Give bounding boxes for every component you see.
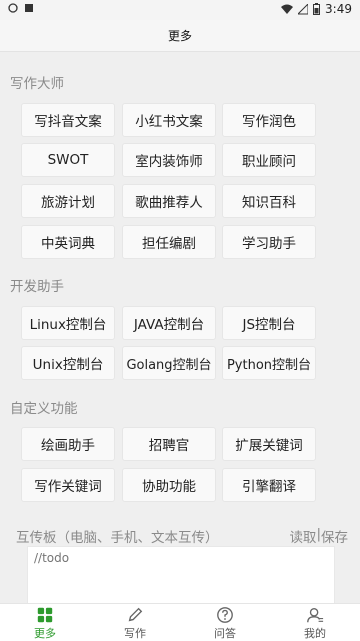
btn-python-console[interactable]: Python控制台 xyxy=(222,346,316,380)
btn-swot[interactable]: SWOT xyxy=(21,143,115,177)
btn-study-assistant[interactable]: 学习助手 xyxy=(222,225,316,259)
btn-writing-keywords[interactable]: 写作关键词 xyxy=(21,468,115,502)
tab-write[interactable]: 写作 xyxy=(90,604,180,641)
title-bar: 更多 xyxy=(0,20,360,52)
wifi-icon xyxy=(281,4,294,14)
tab-mine[interactable]: 我的 xyxy=(270,604,360,641)
mutual-transfer-textarea[interactable] xyxy=(27,546,335,606)
status-time: 3:49 xyxy=(325,2,352,16)
save-button[interactable]: 保存 xyxy=(321,526,348,546)
section-title-dev-assistant: 开发助手 xyxy=(10,279,64,295)
tab-more[interactable]: 更多 xyxy=(0,604,90,641)
tab-qa[interactable]: 问答 xyxy=(180,604,270,641)
mutual-transfer-actions: 读取 | 保存 xyxy=(289,526,348,546)
btn-en-zh-dictionary[interactable]: 中英词典 xyxy=(21,225,115,259)
user-icon xyxy=(307,608,324,623)
pencil-icon xyxy=(128,607,143,622)
signal-icon xyxy=(298,3,309,14)
notification-icon xyxy=(8,3,18,13)
btn-golang-console[interactable]: Golang控制台 xyxy=(122,346,216,380)
mutual-transfer-label: 互传板（电脑、手机、文本互传） xyxy=(16,530,219,546)
btn-linux-console[interactable]: Linux控制台 xyxy=(21,306,115,340)
btn-screenwriter[interactable]: 担任编剧 xyxy=(122,225,216,259)
btn-career-advisor[interactable]: 职业顾问 xyxy=(222,143,316,177)
status-bar: 3:49 xyxy=(0,0,360,20)
tab-write-label: 写作 xyxy=(124,627,146,640)
tab-more-label: 更多 xyxy=(34,627,56,640)
bottom-tab-bar: 更多 写作 问答 我的 xyxy=(0,603,360,641)
btn-interior-designer[interactable]: 室内装饰师 xyxy=(122,143,216,177)
battery-icon xyxy=(313,3,321,15)
btn-engine-translate[interactable]: 引擎翻译 xyxy=(222,468,316,502)
page-title: 更多 xyxy=(167,29,192,43)
section-title-custom-functions: 自定义功能 xyxy=(10,401,78,417)
section-title-writing-master: 写作大师 xyxy=(10,76,64,92)
btn-encyclopedia[interactable]: 知识百科 xyxy=(222,184,316,218)
image-icon xyxy=(25,4,33,12)
read-button[interactable]: 读取 xyxy=(289,526,316,546)
btn-xiaohongshu-copy[interactable]: 小红书文案 xyxy=(122,103,216,137)
btn-assist-function[interactable]: 协助功能 xyxy=(122,468,216,502)
btn-unix-console[interactable]: Unix控制台 xyxy=(21,346,115,380)
tab-qa-label: 问答 xyxy=(214,627,236,640)
btn-travel-plan[interactable]: 旅游计划 xyxy=(21,184,115,218)
status-left xyxy=(8,3,34,13)
btn-drawing-assistant[interactable]: 绘画助手 xyxy=(21,427,115,461)
status-right: 3:49 xyxy=(281,2,352,16)
btn-douyin-copy[interactable]: 写抖音文案 xyxy=(21,103,115,137)
btn-expand-keywords[interactable]: 扩展关键词 xyxy=(222,427,316,461)
btn-recruiter[interactable]: 招聘官 xyxy=(122,427,216,461)
btn-song-recommender[interactable]: 歌曲推荐人 xyxy=(122,184,216,218)
grid-icon xyxy=(37,607,53,623)
btn-writing-polish[interactable]: 写作润色 xyxy=(222,103,316,137)
tab-mine-label: 我的 xyxy=(304,627,326,640)
question-icon xyxy=(217,607,233,623)
btn-js-console[interactable]: JS控制台 xyxy=(222,306,316,340)
btn-java-console[interactable]: JAVA控制台 xyxy=(122,306,216,340)
